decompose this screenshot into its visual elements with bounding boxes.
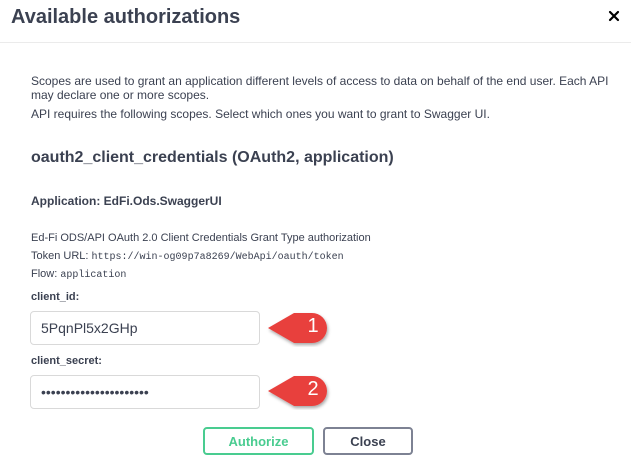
scheme-description: Ed-Fi ODS/API OAuth 2.0 Client Credentia… [31, 232, 371, 244]
callout-1-number: 1 [307, 315, 319, 337]
modal-title: Available authorizations [11, 6, 241, 28]
flow-label: Flow: [31, 268, 58, 280]
close-icon[interactable] [607, 9, 621, 23]
flow-value: application [60, 270, 127, 281]
token-url: https://win-og09p7a8269/WebApi/oauth/tok… [91, 252, 344, 263]
token-url-label: Token URL: [31, 250, 89, 262]
callout-2: 2 [264, 372, 334, 410]
authorize-button[interactable]: Authorize [203, 427, 314, 455]
callout-2-number: 2 [307, 378, 319, 400]
scopes-description: Scopes are used to grant an application … [31, 74, 609, 102]
close-button[interactable]: Close [323, 427, 413, 455]
callout-1-shape [268, 313, 327, 343]
token-url-line: Token URL: https://win-og09p7a8269/WebAp… [31, 250, 344, 264]
callout-2-shape [268, 376, 327, 406]
auth-modal: Available authorizations Scopes are used… [0, 0, 631, 469]
scopes-instruction: API requires the following scopes. Selec… [31, 107, 490, 121]
modal-header: Available authorizations [0, 0, 631, 43]
client-secret-label: client_secret: [31, 355, 102, 367]
flow-line: Flow: application [31, 268, 126, 282]
auth-scheme-title: oauth2_client_credentials (OAuth2, appli… [31, 149, 394, 166]
callout-1: 1 [264, 309, 334, 347]
client-id-label: client_id: [31, 291, 80, 303]
application-name: Application: EdFi.Ods.SwaggerUI [31, 194, 222, 208]
client-secret-input[interactable] [30, 375, 260, 409]
client-id-input[interactable] [30, 311, 260, 345]
